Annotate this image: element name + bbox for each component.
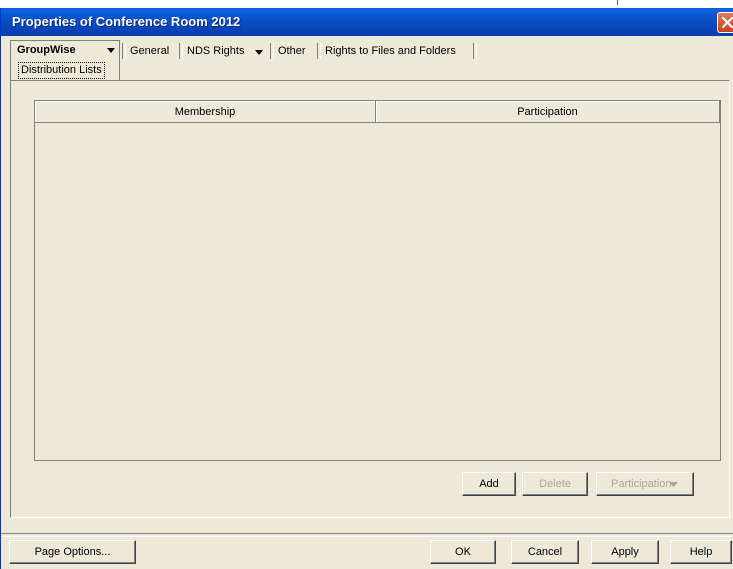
title-bar[interactable]: Properties of Conference Room 2012 xyxy=(1,8,733,36)
close-icon xyxy=(721,16,733,29)
properties-dialog: Properties of Conference Room 2012 Group… xyxy=(0,8,733,569)
footer-divider xyxy=(1,533,733,537)
participation-button-label: Participation xyxy=(611,478,672,490)
tab-other[interactable]: Other xyxy=(278,45,306,57)
tab-general[interactable]: General xyxy=(130,45,169,57)
desktop-artifact xyxy=(617,0,618,5)
tab-groupwise[interactable]: GroupWise Distribution Lists xyxy=(10,40,120,80)
participation-dropdown-button[interactable]: Participation xyxy=(596,472,694,496)
tab-nds-rights[interactable]: NDS Rights xyxy=(187,45,244,57)
close-button[interactable] xyxy=(717,12,733,33)
page-options-button[interactable]: Page Options... xyxy=(9,540,136,564)
tab-separator xyxy=(122,43,126,59)
window-title: Properties of Conference Room 2012 xyxy=(12,14,241,29)
delete-button[interactable]: Delete xyxy=(522,472,588,496)
tab-separator xyxy=(317,43,321,59)
ok-button[interactable]: OK xyxy=(430,540,496,564)
membership-table[interactable]: Membership Participation xyxy=(34,100,721,461)
tab-groupwise-label: GroupWise xyxy=(17,44,76,56)
tab-rights-to-files-and-folders[interactable]: Rights to Files and Folders xyxy=(325,45,456,57)
cancel-button[interactable]: Cancel xyxy=(511,540,579,564)
tab-separator xyxy=(179,43,183,59)
chevron-down-icon xyxy=(669,482,678,487)
chevron-down-icon[interactable] xyxy=(107,48,115,53)
subtab-distribution-lists[interactable]: Distribution Lists xyxy=(18,62,105,79)
column-header-participation[interactable]: Participation xyxy=(376,101,720,123)
apply-button[interactable]: Apply xyxy=(591,540,659,564)
add-button[interactable]: Add xyxy=(462,472,516,496)
tab-separator xyxy=(270,43,274,59)
column-header-membership[interactable]: Membership xyxy=(35,101,376,123)
chevron-down-icon[interactable] xyxy=(255,50,263,55)
tab-separator xyxy=(473,43,477,59)
desktop-strip xyxy=(0,0,733,8)
help-button[interactable]: Help xyxy=(670,540,732,564)
